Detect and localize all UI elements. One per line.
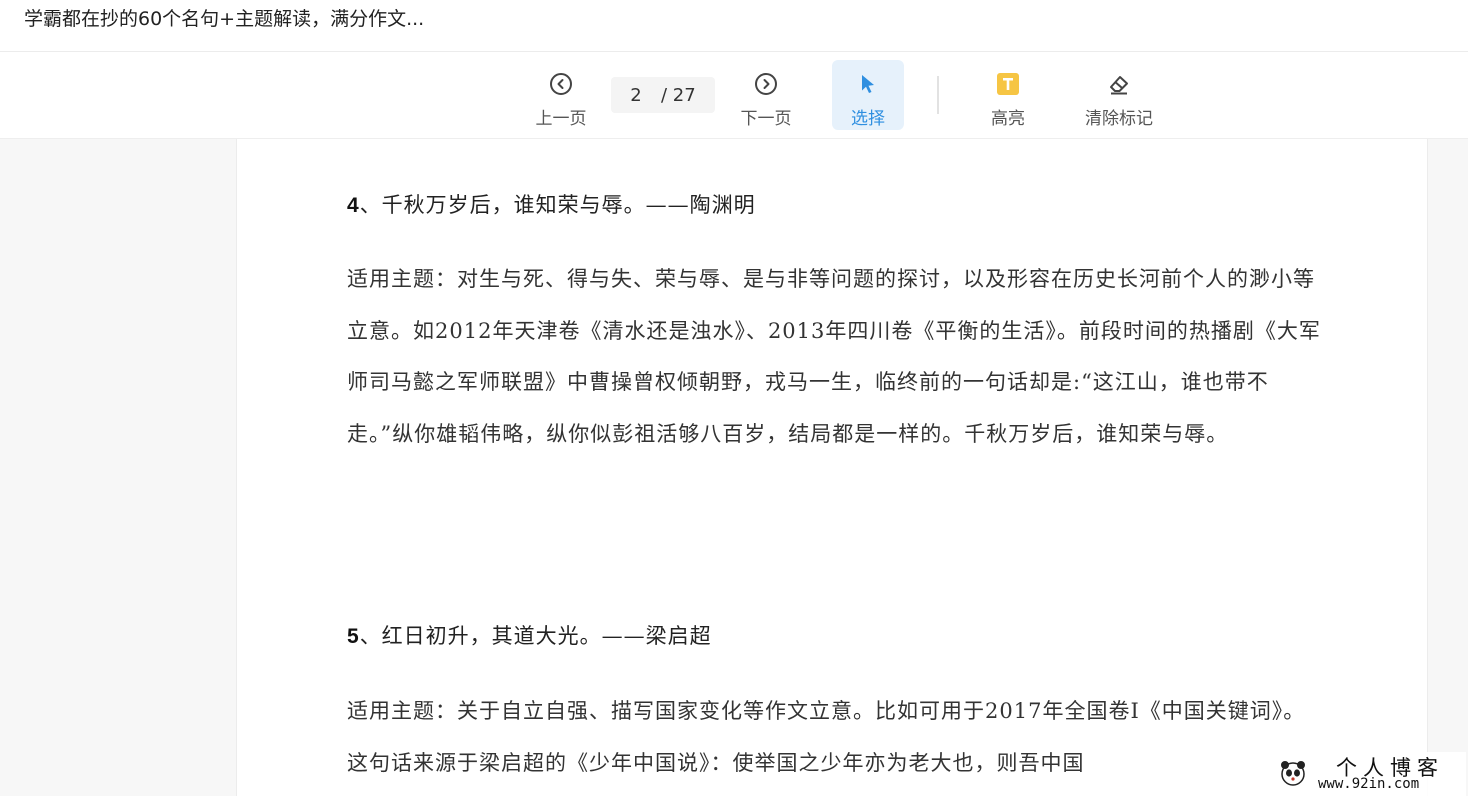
prev-page-label: 上一页 xyxy=(535,109,587,129)
quote-explanation-5: 适用主题：关于自立自强、描写国家变化等作文立意。比如可用于2017年全国卷I《中… xyxy=(347,699,1306,775)
select-tool-label: 选择 xyxy=(851,109,885,129)
quote-number: 5 xyxy=(347,625,360,648)
chevron-right-circle-icon xyxy=(754,72,778,96)
watermark-url: www.92in.com xyxy=(1318,776,1420,792)
blog-watermark: 个人博客 www.92in.com xyxy=(1276,752,1466,796)
chevron-left-circle-icon xyxy=(549,72,573,96)
quote-number: 4 xyxy=(347,194,360,217)
next-page-label: 下一页 xyxy=(740,109,792,129)
quote-heading-4: 4、千秋万岁后，谁知荣与辱。——陶渊明 xyxy=(347,189,756,219)
eraser-icon xyxy=(1107,72,1131,96)
quote-text: 、千秋万岁后，谁知荣与辱。——陶渊明 xyxy=(359,193,756,217)
highlight-tool-button[interactable]: 高亮 xyxy=(976,60,1040,130)
title-bar: 学霸都在抄的60个名句+主题解读，满分作文... xyxy=(0,0,1468,52)
toolbar-divider xyxy=(937,76,939,114)
highlight-tool-label: 高亮 xyxy=(991,109,1025,129)
current-page-input[interactable] xyxy=(611,84,661,106)
clear-marks-label: 清除标记 xyxy=(1085,109,1153,129)
panda-logo-icon xyxy=(1278,758,1308,788)
highlight-icon xyxy=(996,72,1020,96)
document-page: 4、千秋万岁后，谁知荣与辱。——陶渊明 适用主题：对生与死、得与失、荣与辱、是与… xyxy=(236,139,1428,796)
clear-marks-button[interactable]: 清除标记 xyxy=(1076,60,1162,130)
cursor-arrow-icon xyxy=(856,72,880,96)
total-pages: / 27 xyxy=(661,84,696,106)
next-page-button[interactable]: 下一页 xyxy=(733,60,799,130)
quote-explanation-4: 适用主题：对生与死、得与失、荣与辱、是与非等问题的探讨，以及形容在历史长河前个人… xyxy=(347,267,1321,446)
quote-text: 、红日初升，其道大光。——梁启超 xyxy=(359,624,712,648)
document-title: 学霸都在抄的60个名句+主题解读，满分作文... xyxy=(24,8,425,30)
prev-page-button[interactable]: 上一页 xyxy=(528,60,594,130)
quote-heading-5: 5、红日初升，其道大光。——梁启超 xyxy=(347,620,712,650)
reader-toolbar: 上一页 / 27 下一页 选择 高亮 xyxy=(0,52,1468,139)
select-tool-button[interactable]: 选择 xyxy=(832,60,904,130)
page-indicator: / 27 xyxy=(611,77,715,113)
